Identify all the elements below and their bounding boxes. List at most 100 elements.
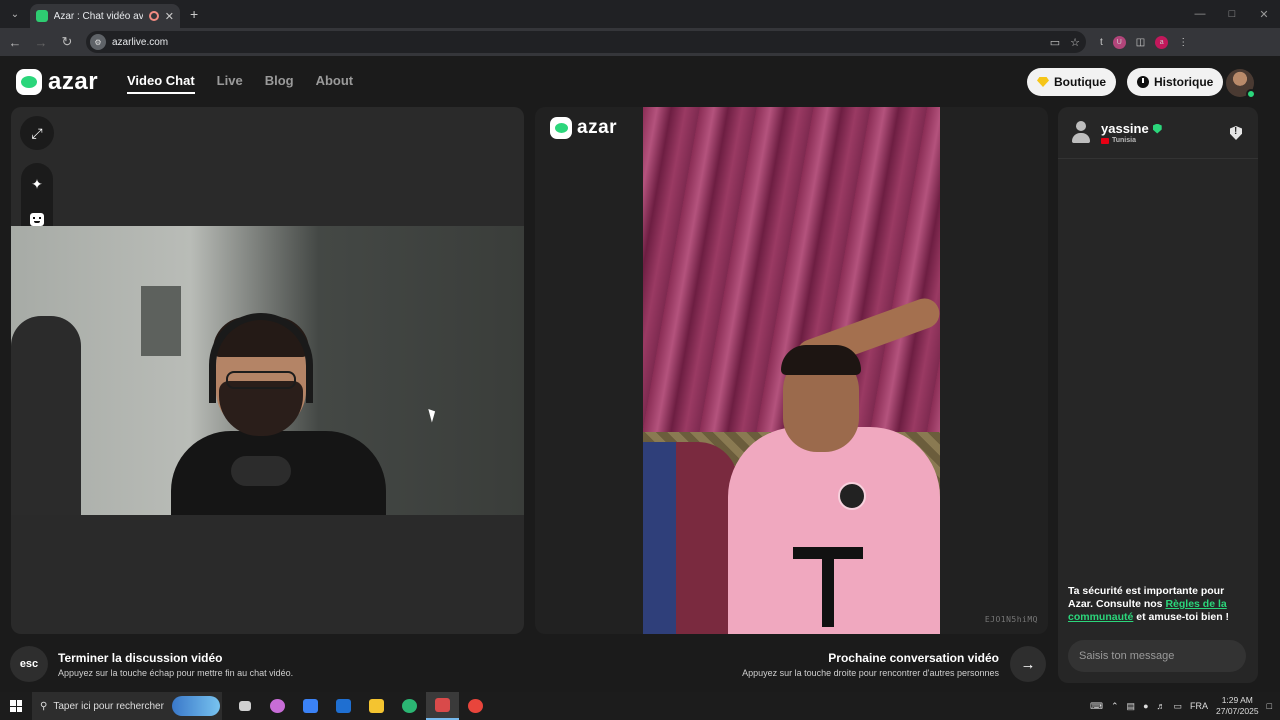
nav-video-chat[interactable]: Video Chat — [127, 73, 195, 94]
site-info-icon[interactable]: ⚙ — [90, 34, 106, 50]
outlook-icon[interactable] — [327, 692, 360, 720]
self-video-feed — [11, 226, 524, 515]
user-avatar[interactable] — [1226, 69, 1256, 99]
partner-username: yassine — [1101, 121, 1149, 136]
tunisia-flag-icon — [1101, 137, 1109, 144]
main-nav: Video Chat Live Blog About — [127, 73, 353, 94]
new-tab-icon[interactable]: + — [190, 6, 198, 22]
azar-favicon-icon — [36, 10, 48, 22]
shop-label: Boutique — [1054, 75, 1106, 89]
recording-icon — [148, 11, 159, 21]
browser-tab-bar: ⌄ Azar : Chat vidéo avec de n ✕ + — □ ✕ — [0, 0, 1280, 28]
restore-icon[interactable]: □ — [1216, 0, 1248, 28]
shop-button[interactable]: Boutique — [1027, 68, 1116, 96]
chrome-icon[interactable] — [459, 692, 492, 720]
search-icon: ⚲ — [40, 700, 48, 712]
extension-t-icon[interactable]: t — [1100, 37, 1103, 48]
report-shield-icon[interactable] — [1230, 126, 1242, 140]
watermark-text: azar — [577, 117, 618, 138]
address-bar[interactable]: ⚙ azarlive.com ▭ ☆ — [86, 31, 1086, 53]
site-header: azar Video Chat Live Blog About Boutique… — [0, 56, 1280, 108]
browser-tab[interactable]: Azar : Chat vidéo avec de n ✕ — [30, 4, 180, 28]
history-button[interactable]: Historique — [1127, 68, 1224, 96]
user-icon — [1072, 121, 1090, 143]
battery-icon[interactable]: ▭ — [1174, 701, 1183, 712]
task-view-icon[interactable] — [228, 692, 261, 720]
close-window-icon[interactable]: ✕ — [1248, 0, 1280, 28]
nav-live[interactable]: Live — [217, 73, 243, 94]
azar-logo-icon — [16, 69, 42, 95]
sparkle-effects-icon[interactable]: ✦ — [21, 168, 53, 200]
partner-info: yassine Tunisia — [1058, 107, 1258, 159]
history-label: Historique — [1154, 75, 1214, 89]
search-highlight-icon — [172, 696, 220, 716]
reload-icon[interactable]: ↻ — [56, 31, 78, 53]
self-video-panel: ⤢ ✦ — [11, 107, 524, 634]
windows-logo-icon — [10, 700, 22, 712]
taskbar-search[interactable]: ⚲ Taper ici pour rechercher — [32, 692, 222, 720]
copilot-icon[interactable] — [261, 692, 294, 720]
keyboard-icon[interactable]: ⌨ — [1090, 701, 1103, 712]
browser-toolbar: ← → ↻ ⚙ azarlive.com ▭ ☆ t U ◫ a ⋮ — [0, 28, 1280, 56]
tab-title: Azar : Chat vidéo avec de n — [53, 10, 143, 22]
safety-notice: Ta sécurité est importante pour Azar. Co… — [1068, 585, 1230, 623]
network-icon[interactable]: ▤ — [1127, 701, 1136, 712]
browser-menu-icon[interactable]: ⋮ — [1178, 37, 1188, 48]
next-chat-hint: Appuyez sur la touche droite pour rencon… — [742, 668, 999, 678]
clock[interactable]: 1:29 AM 27/07/2025 — [1216, 695, 1259, 717]
expand-icon: ⤢ — [31, 124, 43, 141]
store-icon[interactable] — [294, 692, 327, 720]
edge-icon[interactable] — [393, 692, 426, 720]
close-tab-icon[interactable]: ✕ — [165, 10, 174, 23]
azar-logo-icon — [550, 117, 572, 139]
arrow-right-icon: → — [1020, 655, 1036, 673]
partner-country: Tunisia — [1112, 137, 1136, 144]
bookmark-star-icon[interactable]: ☆ — [1070, 36, 1080, 49]
online-status-icon — [1246, 89, 1256, 99]
nav-blog[interactable]: Blog — [265, 73, 294, 94]
expand-button[interactable]: ⤢ — [20, 116, 54, 150]
notifications-icon[interactable]: □ — [1267, 701, 1272, 711]
url-text: azarlive.com — [112, 36, 169, 48]
remote-video-feed — [643, 107, 940, 634]
app-red-icon[interactable] — [426, 692, 459, 720]
back-icon[interactable]: ← — [4, 31, 26, 53]
volume-icon[interactable]: ♬ — [1157, 701, 1166, 711]
watermark-logo: azar — [550, 117, 617, 139]
end-chat-title: Terminer la discussion vidéo — [58, 651, 223, 665]
nav-about[interactable]: About — [316, 73, 354, 94]
screen: ⌄ Azar : Chat vidéo avec de n ✕ + — □ ✕ … — [0, 0, 1280, 720]
forward-icon[interactable]: → — [30, 31, 52, 53]
end-chat-button[interactable]: esc — [10, 646, 48, 682]
profile-icon[interactable]: a — [1155, 35, 1169, 49]
start-button[interactable] — [0, 692, 32, 720]
clock-icon — [1137, 76, 1149, 88]
chat-panel: yassine Tunisia Ta sécurité est importan… — [1058, 107, 1258, 683]
file-explorer-icon[interactable] — [360, 692, 393, 720]
end-chat-hint: Appuyez sur la touche échap pour mettre … — [58, 668, 294, 678]
extensions-puzzle-icon[interactable]: ◫ — [1136, 37, 1145, 48]
extension-badge-icon[interactable]: U — [1112, 35, 1126, 49]
taskbar-search-placeholder: Taper ici pour rechercher — [53, 700, 164, 712]
gem-icon — [1037, 77, 1049, 87]
tab-search-icon[interactable]: ⌄ — [4, 4, 26, 24]
extensions-area: t U ◫ a ⋮ — [1100, 35, 1188, 49]
next-chat-button[interactable]: → — [1010, 646, 1046, 682]
system-tray: ⌨ ⌃ ▤ ● ♬ ▭ FRA 1:29 AM 27/07/2025 □ — [1090, 695, 1280, 717]
next-chat-title: Prochaine conversation vidéo — [828, 651, 999, 665]
taskbar-apps — [228, 692, 492, 720]
language-indicator[interactable]: FRA — [1190, 701, 1208, 711]
remote-video-panel: azar EJO1N5hiMQ — [535, 107, 1048, 634]
logo-text: azar — [48, 68, 99, 95]
microphone-icon[interactable]: ● — [1143, 701, 1148, 711]
minimize-icon[interactable]: — — [1184, 0, 1216, 28]
install-app-icon[interactable]: ▭ — [1050, 36, 1060, 49]
video-session-id: EJO1N5hiMQ — [984, 615, 1038, 624]
windows-taskbar: ⚲ Taper ici pour rechercher ⌨ ⌃ ▤ ● ♬ ▭ … — [0, 692, 1280, 720]
verified-icon — [1152, 123, 1162, 134]
message-input[interactable] — [1068, 640, 1246, 672]
window-controls: — □ ✕ — [1184, 0, 1280, 28]
chevron-up-icon[interactable]: ⌃ — [1111, 701, 1119, 712]
azar-logo[interactable]: azar — [16, 69, 98, 95]
clock-date: 27/07/2025 — [1216, 706, 1259, 716]
